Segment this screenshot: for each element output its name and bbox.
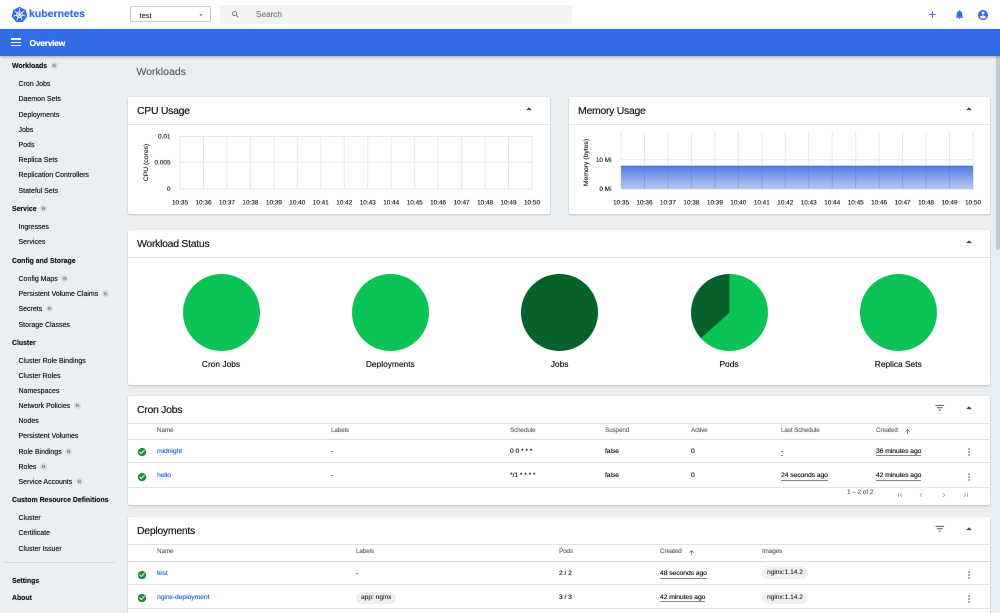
svg-text:10:46: 10:46 <box>430 199 446 206</box>
svg-text:10:45: 10:45 <box>848 199 864 206</box>
svg-text:10:38: 10:38 <box>242 199 258 206</box>
svg-text:10:46: 10:46 <box>871 199 887 206</box>
svg-text:10:42: 10:42 <box>336 199 352 206</box>
svg-text:10:47: 10:47 <box>895 199 911 206</box>
svg-text:10:44: 10:44 <box>824 199 840 206</box>
svg-text:10:44: 10:44 <box>383 199 399 206</box>
svg-text:0 Mi: 0 Mi <box>599 186 611 193</box>
svg-text:10:40: 10:40 <box>289 199 305 206</box>
svg-text:0.005: 0.005 <box>155 159 171 166</box>
svg-text:10:38: 10:38 <box>683 199 699 206</box>
svg-text:10:41: 10:41 <box>754 199 770 206</box>
svg-text:10:49: 10:49 <box>942 199 958 206</box>
svg-text:10:48: 10:48 <box>477 199 493 206</box>
svg-text:10:41: 10:41 <box>313 199 329 206</box>
svg-text:10:35: 10:35 <box>172 199 188 206</box>
svg-text:10:43: 10:43 <box>801 199 817 206</box>
svg-text:10:45: 10:45 <box>407 199 423 206</box>
svg-text:10:42: 10:42 <box>777 199 793 206</box>
svg-text:10:36: 10:36 <box>196 199 212 206</box>
svg-text:10:35: 10:35 <box>613 199 629 206</box>
svg-text:0.01: 0.01 <box>158 133 171 140</box>
svg-text:10:43: 10:43 <box>360 199 376 206</box>
svg-text:10:40: 10:40 <box>730 199 746 206</box>
svg-text:10:37: 10:37 <box>660 199 676 206</box>
svg-text:10:48: 10:48 <box>918 199 934 206</box>
svg-text:10:36: 10:36 <box>637 199 653 206</box>
svg-text:10:37: 10:37 <box>219 199 235 206</box>
svg-text:10:50: 10:50 <box>965 199 981 206</box>
svg-text:10 Mi: 10 Mi <box>596 157 612 164</box>
svg-text:0: 0 <box>167 186 171 193</box>
svg-text:10:39: 10:39 <box>707 199 723 206</box>
svg-text:10:47: 10:47 <box>454 199 470 206</box>
svg-text:Memory (bytes): Memory (bytes) <box>583 138 590 185</box>
svg-text:10:49: 10:49 <box>501 199 517 206</box>
svg-text:10:39: 10:39 <box>266 199 282 206</box>
svg-text:10:50: 10:50 <box>524 199 540 206</box>
svg-text:CPU (cores): CPU (cores) <box>143 143 150 180</box>
